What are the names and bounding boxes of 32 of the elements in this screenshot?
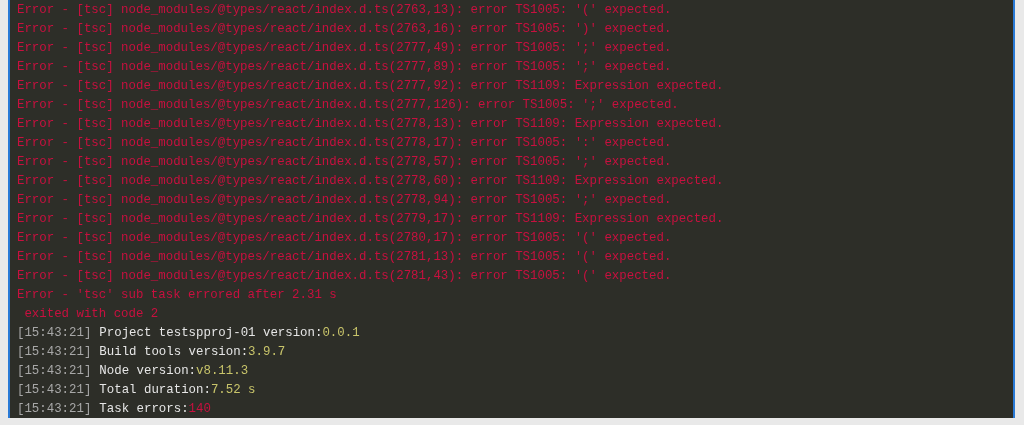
log-value: v8.11.3 <box>196 363 249 380</box>
timestamp: [15:43:21] <box>17 325 92 342</box>
error-line: Error - 'tsc' sub task errored after 2.31 s <box>17 287 337 304</box>
error-line: Error - [tsc] node_modules/@types/react/index.d.ts(2777,126): error TS1005: ';' expected. <box>17 97 679 114</box>
error-line: Error - [tsc] node_modules/@types/react/index.d.ts(2777,89): error TS1005: ';' expected. <box>17 59 672 76</box>
error-line: Error - [tsc] node_modules/@types/react/index.d.ts(2778,94): error TS1005: ';' expected. <box>17 192 672 209</box>
error-line: Error - [tsc] node_modules/@types/react/index.d.ts(2778,57): error TS1005: ';' expected. <box>17 154 672 171</box>
error-line: Error - [tsc] node_modules/@types/react/index.d.ts(2779,17): error TS1109: Expression expected. <box>17 211 724 228</box>
log-label: Total duration: <box>99 382 211 399</box>
log-label: Build tools version: <box>99 344 249 361</box>
error-line: Error - [tsc] node_modules/@types/react/index.d.ts(2777,92): error TS1109: Expression expected. <box>17 78 724 95</box>
error-line: Error - [tsc] node_modules/@types/react/index.d.ts(2763,13): error TS1005: '(' expected. <box>17 2 672 19</box>
log-label: Project testspproj-01 version: <box>99 325 323 342</box>
error-line: exited with code 2 <box>23 306 159 323</box>
error-line: Error - [tsc] node_modules/@types/react/index.d.ts(2781,13): error TS1005: '(' expected. <box>17 249 672 266</box>
timestamp: [15:43:21] <box>17 401 92 418</box>
error-line: Error - [tsc] node_modules/@types/react/index.d.ts(2781,43): error TS1005: '(' expected. <box>17 268 672 285</box>
error-line: Error - [tsc] node_modules/@types/react/index.d.ts(2778,17): error TS1005: ':' expected. <box>17 135 672 152</box>
error-line: Error - [tsc] node_modules/@types/react/index.d.ts(2763,16): error TS1005: ')' expected. <box>17 21 672 38</box>
error-line: Error - [tsc] node_modules/@types/react/index.d.ts(2780,17): error TS1005: '(' expected. <box>17 230 672 247</box>
log-value: 7.52 s <box>210 382 256 399</box>
error-line: Error - [tsc] node_modules/@types/react/index.d.ts(2778,60): error TS1109: Expression expected. <box>17 173 724 190</box>
log-label: Task errors: <box>99 401 189 418</box>
log-value: 3.9.7 <box>248 344 286 361</box>
error-line: Error - [tsc] node_modules/@types/react/index.d.ts(2777,49): error TS1005: ';' expected. <box>17 40 672 57</box>
timestamp: [15:43:21] <box>17 344 92 361</box>
log-value: 0.0.1 <box>322 325 360 342</box>
error-line: Error - [tsc] node_modules/@types/react/index.d.ts(2778,13): error TS1109: Expression expected. <box>17 116 724 133</box>
log-value: 140 <box>188 401 211 418</box>
timestamp: [15:43:21] <box>17 363 92 380</box>
timestamp: [15:43:21] <box>17 382 92 399</box>
log-label: Node version: <box>99 363 197 380</box>
